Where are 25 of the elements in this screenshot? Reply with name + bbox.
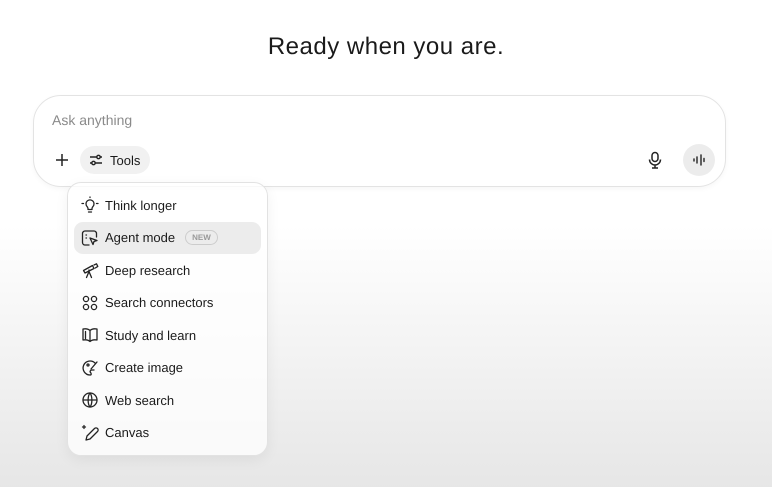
cursor-frame-icon	[81, 228, 99, 247]
menu-item[interactable]: Canvas	[74, 416, 261, 449]
menu-item[interactable]: Agent mode NEW	[74, 222, 261, 254]
prompt-input[interactable]: Ask anything	[52, 110, 715, 130]
menu-item[interactable]: Search connectors	[74, 286, 261, 319]
pencil-sparkle-icon	[81, 424, 99, 442]
lightbulb-icon	[81, 196, 99, 214]
telescope-icon	[81, 261, 99, 280]
globe-icon	[81, 391, 99, 410]
sliders-icon	[88, 152, 104, 168]
menu-item[interactable]: Think longer	[74, 189, 261, 222]
menu-item[interactable]: Web search	[74, 384, 261, 416]
microphone-icon	[647, 151, 663, 169]
connectors-icon	[81, 294, 99, 312]
waveform-icon	[692, 153, 706, 167]
plus-icon	[54, 152, 70, 168]
new-badge: NEW	[185, 230, 218, 246]
palette-icon	[81, 358, 99, 377]
voice-button[interactable]	[683, 144, 715, 176]
menu-item[interactable]: Deep research	[74, 254, 261, 286]
book-icon	[81, 326, 99, 344]
menu-item[interactable]: Create image	[74, 352, 261, 384]
page-heading: Ready when you are.	[266, 32, 506, 62]
tools-button[interactable]: Tools	[80, 146, 150, 174]
menu-item[interactable]: Study and learn	[74, 319, 261, 352]
